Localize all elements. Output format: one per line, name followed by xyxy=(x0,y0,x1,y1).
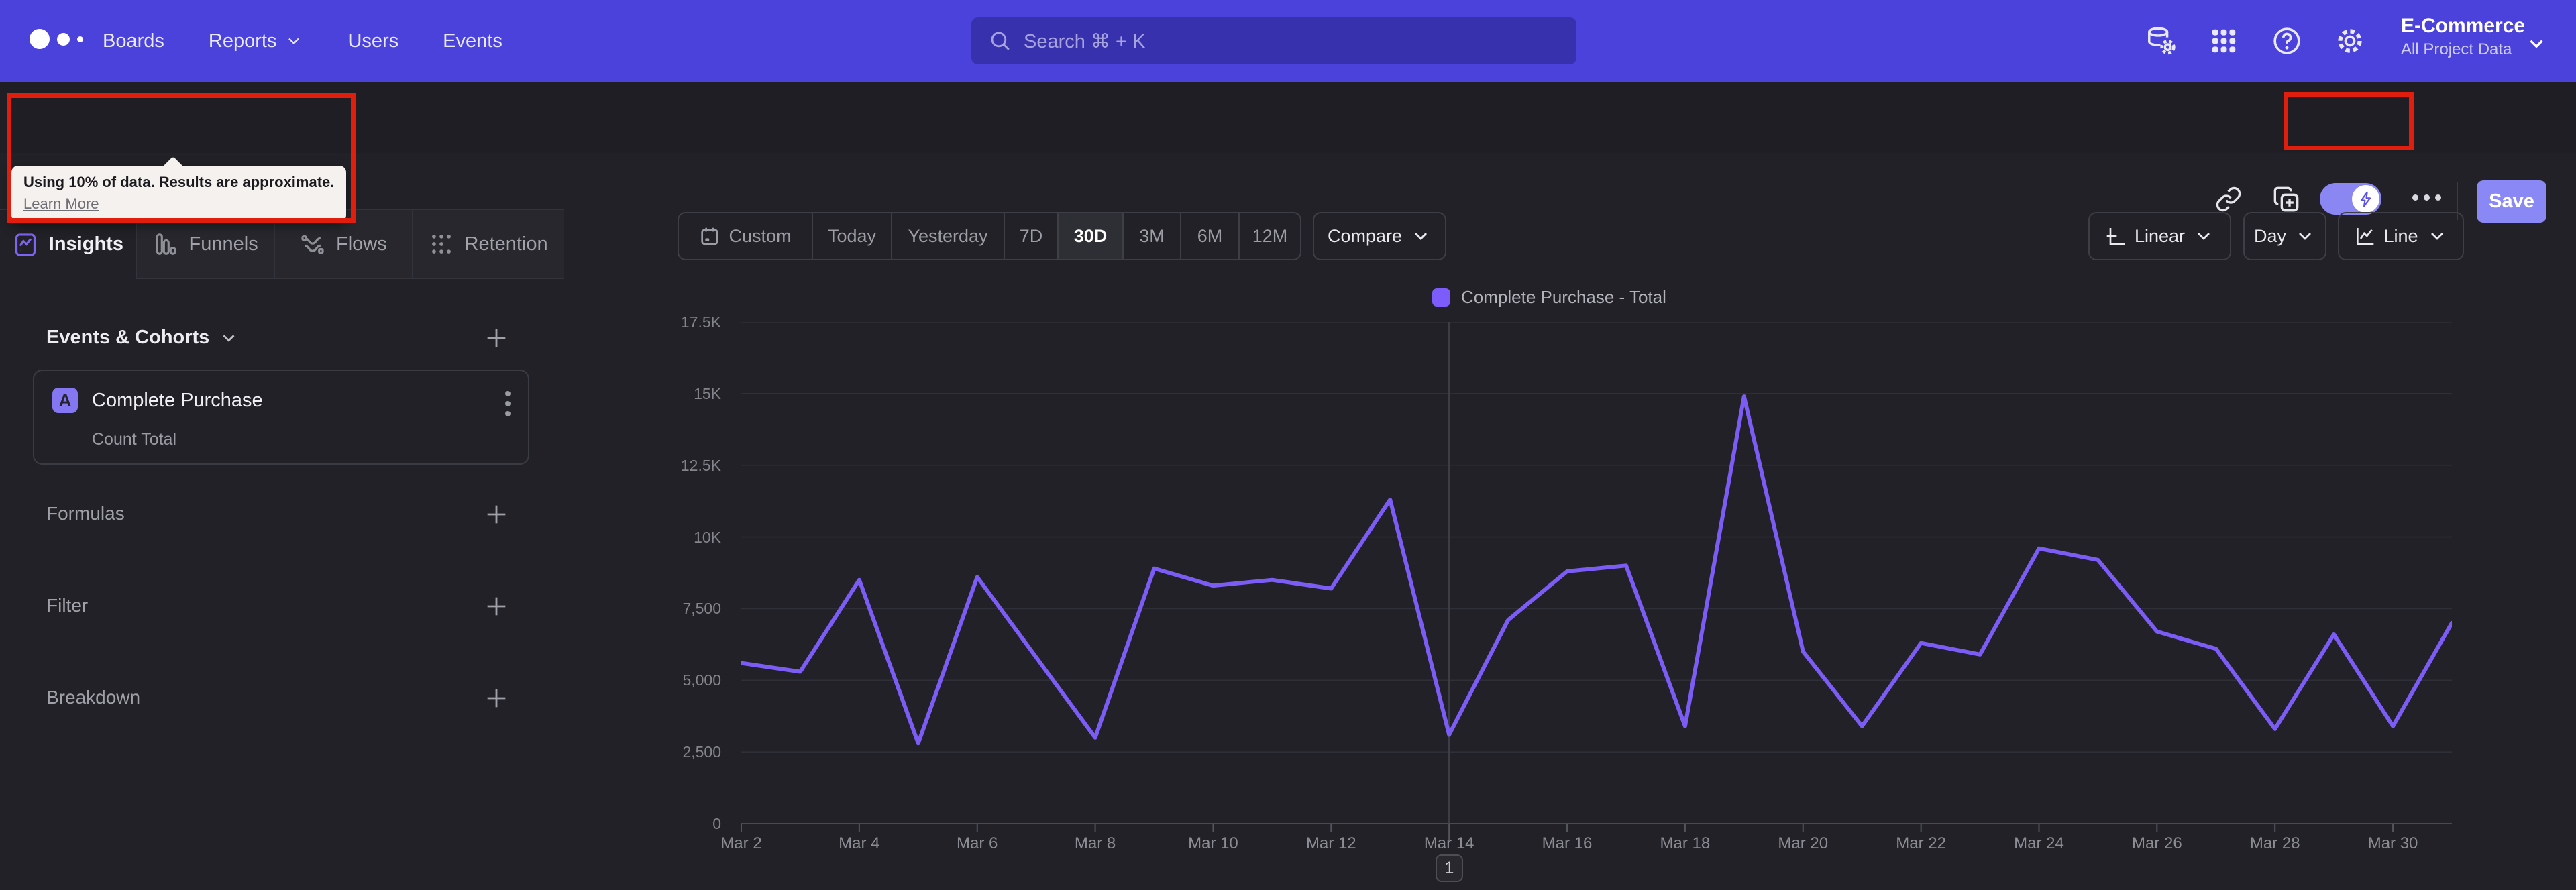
y-tick-label: 17.5K xyxy=(680,313,721,331)
x-tick-label: Mar 12 xyxy=(1305,834,1356,852)
linear-dropdown[interactable]: Linear xyxy=(2088,212,2231,260)
x-tick-label: Mar 18 xyxy=(1660,834,1711,852)
tab-retention[interactable]: Retention xyxy=(412,209,564,279)
line-chart-icon xyxy=(2354,225,2375,247)
search-input[interactable]: Search ⌘ + K xyxy=(971,17,1576,64)
apps-grid-icon[interactable] xyxy=(2208,25,2239,56)
day-dropdown[interactable]: Day xyxy=(2243,212,2326,260)
event-metric[interactable]: Count Total xyxy=(92,430,176,449)
chevron-down-icon xyxy=(223,334,235,342)
axis-icon xyxy=(2105,225,2127,247)
x-tick-label: Mar 2 xyxy=(720,834,762,852)
settings-gear-icon[interactable] xyxy=(2334,25,2365,56)
events-cohorts-label: Events & Cohorts xyxy=(46,327,210,348)
nav-item-boards[interactable]: Boards xyxy=(103,30,164,52)
add-event-button[interactable] xyxy=(483,325,510,351)
report-title-bar: Untitled Sampled + Add description... Sa… xyxy=(0,82,2576,223)
range-custom[interactable]: Custom xyxy=(679,213,812,259)
range-3m[interactable]: 3M xyxy=(1122,213,1180,259)
x-tick-label: Mar 6 xyxy=(957,834,998,852)
nav-item-events[interactable]: Events xyxy=(443,30,502,52)
tooltip-text: Using 10% of data. Results are approxima… xyxy=(23,174,335,190)
help-icon[interactable] xyxy=(2271,25,2302,56)
event-card[interactable]: A Complete Purchase Count Total xyxy=(33,370,529,465)
x-tick-label: Mar 30 xyxy=(2367,834,2418,852)
project-name: E-Commerce xyxy=(2401,15,2526,37)
x-tick-label: Mar 24 xyxy=(2014,834,2064,852)
y-tick-label: 5,000 xyxy=(682,671,721,689)
chevron-down-icon xyxy=(2525,32,2548,55)
nav-item-users[interactable]: Users xyxy=(347,30,398,52)
funnels-icon xyxy=(153,231,178,257)
x-tick-label: Mar 4 xyxy=(839,834,880,852)
x-tick-label: Mar 14 xyxy=(1424,834,1474,852)
x-tick-label: Mar 20 xyxy=(1778,834,1829,852)
x-tick-label: Mar 28 xyxy=(2249,834,2300,852)
x-tick-label: Mar 16 xyxy=(1542,834,1593,852)
chart-canvas: Custom Today Yesterday 7D 30D 3M 6M 12M Compare… xyxy=(564,153,2576,890)
legend-label: Complete Purchase - Total xyxy=(1461,287,1666,307)
line-chart-plot[interactable] xyxy=(741,322,2452,845)
y-tick-label: 15K xyxy=(694,384,721,402)
range-12m[interactable]: 12M xyxy=(1238,213,1300,259)
kebab-menu-icon[interactable] xyxy=(505,391,511,416)
chevron-down-icon xyxy=(1415,232,1428,241)
x-tick-label: Mar 10 xyxy=(1188,834,1238,852)
event-series-letter: A xyxy=(52,388,78,413)
search-icon xyxy=(989,30,1012,52)
project-scope: All Project Data xyxy=(2401,40,2512,58)
insights-icon xyxy=(13,232,38,258)
x-tick-label: Mar 22 xyxy=(1896,834,1946,852)
x-tick-label: Mar 26 xyxy=(2131,834,2182,852)
legend-swatch xyxy=(1432,288,1450,307)
flows-icon xyxy=(300,231,325,257)
range-today[interactable]: Today xyxy=(812,213,891,259)
y-tick-label: 2,500 xyxy=(682,743,721,761)
search-placeholder: Search ⌘ + K xyxy=(1024,30,1146,52)
section-filter: Filter xyxy=(46,595,89,616)
compare-button[interactable]: Compare xyxy=(1313,212,1447,260)
y-tick-label: 12.5K xyxy=(680,456,721,474)
events-cohorts-header[interactable]: Events & Cohorts xyxy=(46,327,239,349)
add-filter-button[interactable] xyxy=(483,593,510,620)
section-formulas: Formulas xyxy=(46,503,125,524)
line-dropdown[interactable]: Line xyxy=(2338,212,2464,260)
y-tick-label: 0 xyxy=(712,815,721,832)
annotation-marker-1[interactable]: 1 xyxy=(1436,854,1463,882)
add-formulas-button[interactable] xyxy=(483,501,510,528)
project-switcher[interactable]: E-Commerce All Project Data xyxy=(2401,15,2525,59)
section-breakdown: Breakdown xyxy=(46,687,141,708)
mixpanel-insights-screen: Boards Reports Users Events Search ⌘ + K E-… xyxy=(0,0,2576,890)
nav-item-reports[interactable]: Reports xyxy=(209,30,304,52)
event-name[interactable]: Complete Purchase xyxy=(92,390,263,412)
compare-label: Compare xyxy=(1328,225,1403,246)
learn-more-link[interactable]: Learn More xyxy=(23,195,99,213)
retention-icon xyxy=(429,231,454,257)
mixpanel-logo[interactable] xyxy=(30,29,83,49)
range-6m[interactable]: 6M xyxy=(1180,213,1238,259)
chart-legend[interactable]: Complete Purchase - Total xyxy=(1432,287,1666,308)
range-30d[interactable]: 30D xyxy=(1057,213,1122,259)
y-tick-label: 7,500 xyxy=(682,600,721,618)
main-nav: Boards Reports Users Events xyxy=(103,0,502,82)
y-tick-label: 10K xyxy=(694,528,721,546)
add-breakdown-button[interactable] xyxy=(483,685,510,712)
data-management-icon[interactable] xyxy=(2145,25,2176,56)
range-7d[interactable]: 7D xyxy=(1004,213,1057,259)
query-sidebar: Insights Funnels Flows Retention Events & C… xyxy=(0,153,564,890)
top-nav: Boards Reports Users Events Search ⌘ + K E-… xyxy=(0,0,2576,82)
calendar-icon xyxy=(699,225,720,247)
sampling-tooltip: Using 10% of data. Results are approxima… xyxy=(11,166,347,222)
range-yesterday[interactable]: Yesterday xyxy=(891,213,1004,259)
x-tick-label: Mar 8 xyxy=(1074,834,1116,852)
date-range-control: Custom Today Yesterday 7D 30D 3M 6M 12M xyxy=(678,212,1301,260)
